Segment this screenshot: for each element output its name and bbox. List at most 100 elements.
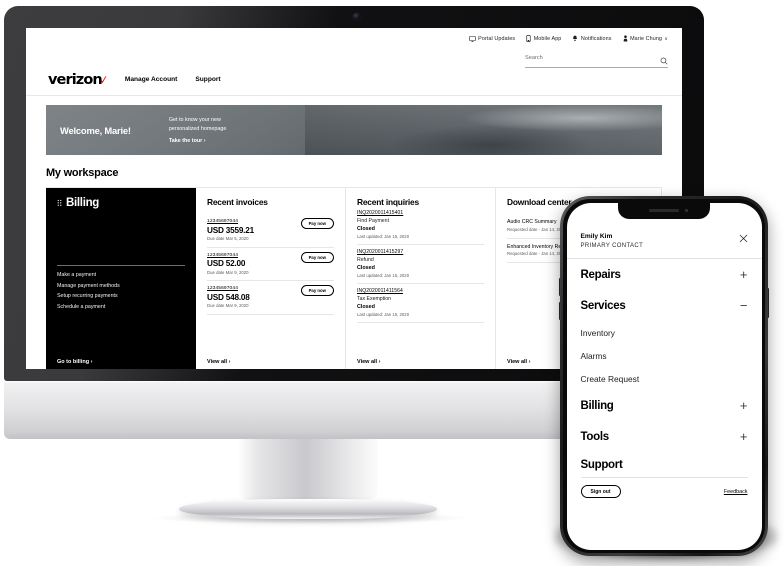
utility-item-portal-updates[interactable]: Portal Updates — [468, 35, 516, 42]
pay-now-button[interactable]: Pay now — [300, 218, 334, 230]
inquiries-view-all-link[interactable]: View all › — [357, 359, 380, 365]
recent-invoices-title: Recent invoices — [207, 197, 268, 207]
plus-icon: + — [739, 267, 748, 282]
utility-nav: Portal Updates Mobile App Notifications … — [26, 28, 682, 42]
phone-user-role: PRIMARY CONTACT — [580, 243, 644, 249]
inquiry-status-badge: Closed — [357, 226, 375, 232]
monitor-stand-neck — [238, 439, 378, 507]
utility-label: Portal Updates — [478, 35, 516, 42]
inquiry-id-link[interactable]: INQ2020011415297 — [357, 249, 484, 255]
utility-item-account-menu[interactable]: Marie Chung ∨ — [623, 35, 668, 42]
drag-handle-icon[interactable] — [57, 199, 62, 208]
billing-card-title: Billing — [66, 197, 100, 209]
phone-user-header: Emily Kim PRIMARY CONTACT — [567, 225, 762, 249]
go-to-billing-link[interactable]: Go to billing › — [57, 359, 92, 365]
phone-notch — [618, 202, 710, 219]
recent-inquiries-title: Recent inquiries — [357, 197, 419, 207]
invoice-due-date: Due date Mar 9, 2020 — [207, 303, 249, 308]
inquiry-row: INQ2020011415297 Refund Closed Last upda… — [357, 245, 484, 284]
chevron-right-icon: › — [528, 359, 531, 365]
invoice-due-date: Due date Mar 5, 2020 — [207, 236, 249, 241]
utility-label: Mobile App — [533, 35, 562, 42]
bell-icon — [573, 35, 578, 42]
phone-services-submenu: Inventory Alarms Create Request — [581, 321, 748, 390]
inquiry-subject: Refund — [357, 257, 374, 263]
phone-accordion-billing[interactable]: Billing + — [581, 390, 748, 421]
invoice-due-date: Due date Mar 9, 2020 — [207, 269, 249, 275]
recent-invoices-card: Recent invoices 12345697044 USD 3559.21 … — [196, 188, 346, 369]
hero-title: Welcome, Marie! — [60, 124, 131, 136]
search-container — [525, 46, 668, 68]
view-all-label: View all — [357, 359, 378, 365]
sign-out-button[interactable]: Sign out — [580, 485, 621, 499]
take-the-tour-label: Take the tour — [168, 137, 203, 144]
phone-accordion-menu: Repairs + Services − Inventory Alarms Cr… — [567, 259, 762, 477]
hero-subtitle-line1: Get to know your new — [168, 117, 221, 124]
phone-accordion-label: Tools — [580, 430, 610, 443]
search-icon[interactable] — [660, 57, 668, 65]
go-to-billing-label: Go to billing — [57, 359, 90, 365]
chevron-down-icon: ∨ — [664, 35, 668, 41]
phone-accordion-tools[interactable]: Tools + — [581, 421, 748, 452]
invoice-row: 12345697044 USD 3559.21 Due date Mar 5, … — [207, 214, 334, 248]
verizon-check-icon — [100, 76, 107, 84]
billing-link-make-a-payment[interactable]: Make a payment — [57, 272, 185, 278]
plus-icon: + — [739, 429, 748, 444]
plus-icon: + — [739, 398, 748, 413]
nav-item-support[interactable]: Support — [195, 76, 220, 83]
phone-accordion-repairs[interactable]: Repairs + — [581, 259, 748, 290]
hero-promo: Get to know your new personalized homepa… — [169, 116, 227, 143]
inquiry-subject: Tax Exemption — [357, 296, 392, 302]
phone-front-camera-icon — [684, 208, 688, 212]
search-input[interactable] — [525, 55, 668, 61]
chevron-right-icon: › — [90, 359, 93, 365]
view-all-label: View all — [507, 359, 528, 365]
phone-submenu-item-inventory[interactable]: Inventory — [581, 321, 748, 344]
inquiry-id-link[interactable]: INQ2020011411564 — [357, 288, 484, 294]
inquiry-last-updated: Last updated: Jan 15, 2020 — [357, 273, 410, 278]
billing-link-manage-payment-methods[interactable]: Manage payment methods — [57, 283, 185, 289]
utility-item-mobile-app[interactable]: Mobile App — [526, 35, 561, 42]
inquiry-subject: Find Payment — [357, 218, 390, 224]
phone-volume-down-button[interactable] — [558, 302, 561, 320]
phone-submenu-item-alarms[interactable]: Alarms — [581, 344, 748, 367]
phone-power-button[interactable] — [767, 288, 770, 318]
phone-screen: Emily Kim PRIMARY CONTACT Repairs + Serv… — [566, 202, 762, 550]
welcome-hero-banner: Welcome, Marie! Get to know your new per… — [46, 105, 662, 155]
phone-volume-up-button[interactable] — [558, 278, 561, 296]
minus-icon: − — [739, 298, 748, 313]
view-all-label: View all — [207, 359, 228, 365]
close-icon[interactable] — [739, 234, 748, 243]
download-view-all-link[interactable]: View all › — [507, 359, 530, 365]
feedback-link[interactable]: Feedback — [724, 489, 748, 495]
billing-link-schedule-a-payment[interactable]: Schedule a payment — [57, 304, 185, 310]
screenshot-stage: Portal Updates Mobile App Notifications … — [0, 0, 784, 566]
phone-nav-drawer: Emily Kim PRIMARY CONTACT Repairs + Serv… — [566, 203, 762, 550]
chevron-right-icon: › — [378, 359, 381, 365]
phone-accordion-services[interactable]: Services − — [581, 290, 748, 321]
phone-accordion-label: Services — [580, 299, 626, 312]
mobile-phone-mockup: Emily Kim PRIMARY CONTACT Repairs + Serv… — [554, 196, 778, 564]
phone-accordion-partial[interactable]: Support — [581, 452, 748, 477]
user-icon — [623, 35, 627, 42]
search-row — [26, 42, 682, 68]
billing-link-setup-recurring-payments[interactable]: Setup recurring payments — [57, 293, 185, 299]
billing-links-list: Make a payment Manage payment methods Se… — [57, 272, 185, 310]
pay-now-button[interactable]: Pay now — [300, 251, 334, 263]
chevron-right-icon: › — [228, 359, 231, 365]
phone-footer: Sign out Feedback — [567, 478, 762, 499]
inquiry-last-updated: Last updated: Jan 15, 2020 — [357, 312, 410, 317]
nav-item-manage-account[interactable]: Manage Account — [125, 76, 178, 83]
utility-item-notifications[interactable]: Notifications — [572, 35, 611, 42]
page-title: My workspace — [46, 167, 119, 179]
inquiry-id-link[interactable]: INQ2020011415401 — [357, 210, 484, 216]
invoices-view-all-link[interactable]: View all › — [207, 359, 230, 365]
phone-submenu-item-create-request[interactable]: Create Request — [581, 367, 748, 390]
monitor-webcam-icon — [353, 13, 360, 20]
verizon-logo[interactable]: verizon — [48, 72, 107, 88]
phone-frame: Emily Kim PRIMARY CONTACT Repairs + Serv… — [558, 196, 770, 556]
recent-inquiries-card: Recent inquiries INQ2020011415401 Find P… — [346, 188, 496, 369]
take-the-tour-link[interactable]: Take the tour › — [169, 138, 227, 144]
pay-now-button[interactable]: Pay now — [300, 285, 334, 297]
billing-card: Billing Make a payment Manage payment me… — [46, 188, 196, 369]
